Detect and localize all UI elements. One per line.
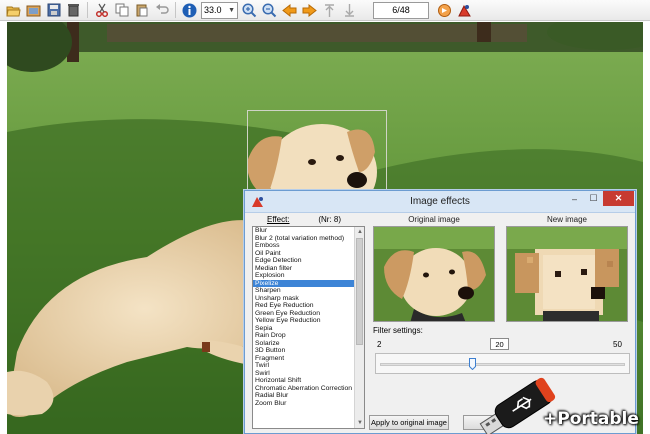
effect-label: Effect: [267, 215, 290, 224]
delete-icon[interactable] [65, 2, 82, 19]
main-toolbar: 33.0 ▼ 6/48 [0, 0, 650, 21]
zoom-out-icon[interactable] [261, 2, 278, 19]
effect-list-item[interactable]: Explosion [253, 272, 354, 280]
effect-list-item[interactable]: Zoom Blur [253, 400, 354, 408]
effect-list-item[interactable]: Blur 2 (total variation method) [253, 235, 354, 243]
zoom-select[interactable]: 33.0 ▼ [201, 1, 238, 19]
effect-list-item[interactable]: Radial Blur [253, 392, 354, 400]
slider-value-field[interactable]: 20 [490, 338, 509, 350]
minimize-icon[interactable]: – [565, 191, 584, 206]
settings-icon[interactable] [456, 2, 473, 19]
effect-list-item[interactable]: Rain Drop [253, 332, 354, 340]
chevron-down-icon: ▼ [228, 6, 235, 14]
effect-list-item[interactable]: Twirl [253, 362, 354, 370]
toolbar-separator [175, 2, 176, 18]
scrollbar-thumb[interactable] [356, 238, 363, 345]
effect-list-item[interactable]: Chromatic Aberration Correction [253, 385, 354, 393]
effect-list-item[interactable]: Blur [253, 227, 354, 235]
effect-list-item[interactable]: Fragment [253, 355, 354, 363]
previous-icon[interactable] [281, 2, 298, 19]
original-image-label: Original image [408, 215, 460, 224]
portable-label: +Portable [543, 409, 639, 429]
effect-list-item[interactable]: Emboss [253, 242, 354, 250]
next-icon[interactable] [301, 2, 318, 19]
cut-icon[interactable] [93, 2, 110, 19]
effect-list-item[interactable]: 3D Button [253, 347, 354, 355]
app-icon [251, 195, 265, 209]
apply-to-original-button[interactable]: Apply to original image [369, 415, 449, 430]
effect-list-item[interactable]: Sepia [253, 325, 354, 333]
undo-icon[interactable] [153, 2, 170, 19]
effect-list-item[interactable]: Solarize [253, 340, 354, 348]
effect-list-item[interactable]: Horizontal Shift [253, 377, 354, 385]
slider-thumb[interactable] [469, 358, 476, 371]
new-image-preview [506, 226, 628, 322]
effect-list-item[interactable]: Oil Paint [253, 250, 354, 258]
toolbar-separator [87, 2, 88, 18]
effect-list-item[interactable]: Green Eye Reduction [253, 310, 354, 318]
effect-header: Effect: (Nr: 8) [253, 215, 355, 226]
info-icon[interactable] [181, 2, 198, 19]
zoom-value: 33.0 [204, 5, 222, 15]
slider-groove [380, 363, 625, 366]
copy-icon[interactable] [113, 2, 130, 19]
effect-list-item[interactable]: Unsharp mask [253, 295, 354, 303]
effect-list-item[interactable]: Pixelize [253, 279, 354, 287]
original-image-preview [373, 226, 495, 322]
effect-list-item[interactable]: Swirl [253, 370, 354, 378]
first-page-icon[interactable] [321, 2, 338, 19]
filter-settings-label: Filter settings: [373, 326, 423, 335]
filter-slider[interactable] [375, 353, 630, 374]
slider-max-label: 50 [613, 340, 622, 349]
effect-list-item[interactable]: Yellow Eye Reduction [253, 317, 354, 325]
effect-list-item[interactable]: Median filter [253, 265, 354, 273]
new-image-label: New image [546, 215, 587, 224]
scroll-down-icon[interactable]: ▼ [355, 418, 364, 428]
slideshow-icon[interactable] [436, 2, 453, 19]
dialog-title-bar[interactable]: Image effects – ☐ ✕ [245, 191, 635, 213]
save-icon[interactable] [45, 2, 62, 19]
close-icon[interactable]: ✕ [603, 191, 634, 206]
effect-list-item[interactable]: Red Eye Reduction [253, 302, 354, 310]
scroll-up-icon[interactable]: ▲ [355, 227, 364, 237]
slider-min-label: 2 [377, 340, 382, 349]
paste-icon[interactable] [133, 2, 150, 19]
page-counter[interactable]: 6/48 [373, 1, 429, 19]
effect-count: (Nr: 8) [318, 215, 341, 224]
thumbnails-icon[interactable] [25, 2, 42, 19]
effects-scrollbar[interactable]: ▲ ▼ [354, 227, 364, 428]
last-page-icon[interactable] [341, 2, 358, 19]
maximize-icon[interactable]: ☐ [584, 191, 603, 206]
effect-list-item[interactable]: Sharpen [253, 287, 354, 295]
effect-list-item[interactable]: Edge Detection [253, 257, 354, 265]
effects-list[interactable]: Blur Blur 2 (total variation method) Embos… [252, 226, 365, 429]
open-folder-icon[interactable] [5, 2, 22, 19]
zoom-in-icon[interactable] [241, 2, 258, 19]
